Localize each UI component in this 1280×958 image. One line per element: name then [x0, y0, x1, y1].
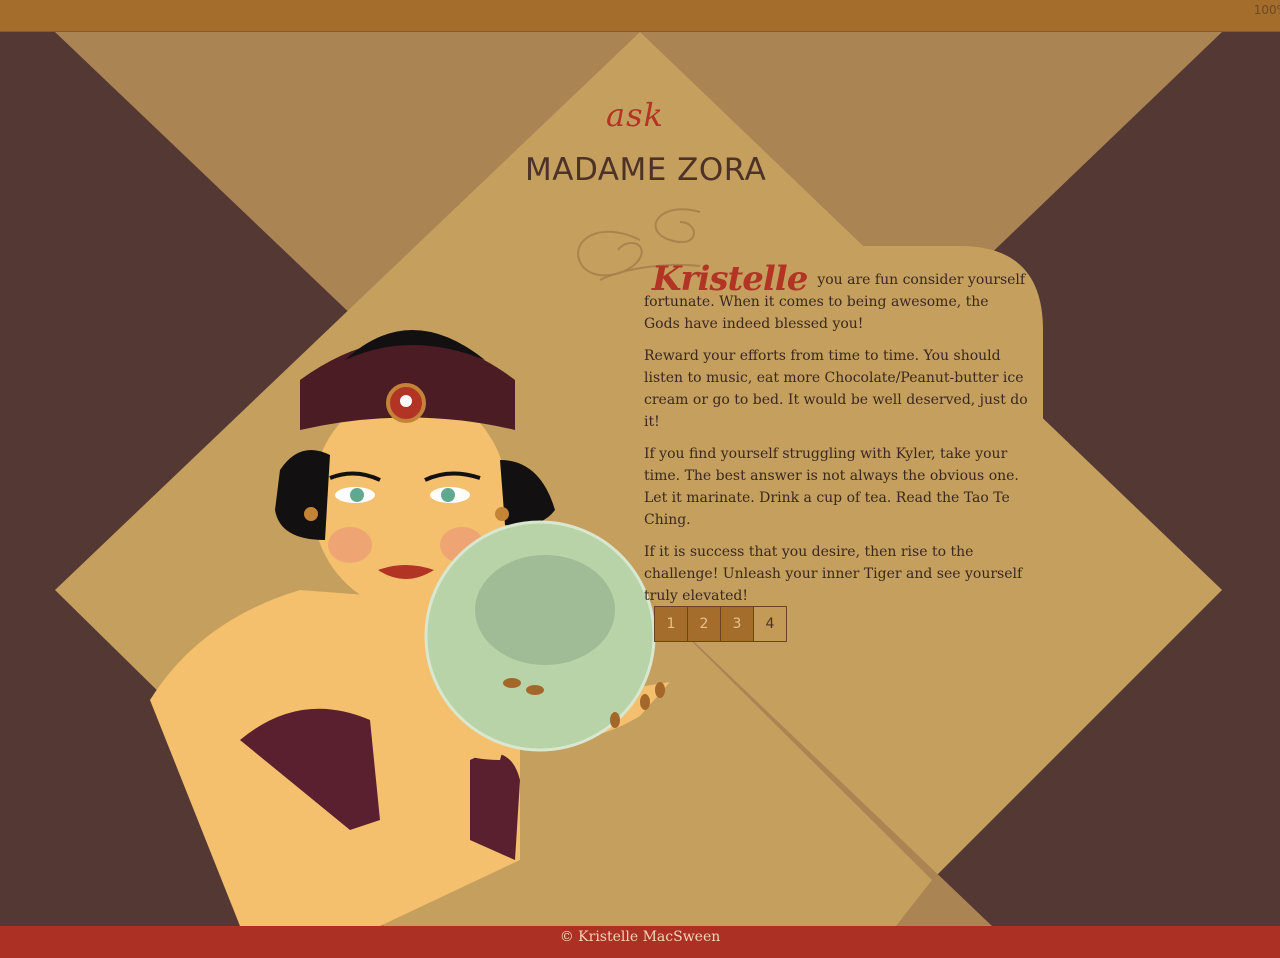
- ask-script: ask: [606, 96, 664, 134]
- page-button-3[interactable]: 3: [720, 606, 754, 642]
- reading-paragraph: Kristelle you are fun consider yourself f…: [644, 262, 1028, 335]
- reading-paragraph: If it is success that you desire, then r…: [644, 544, 1023, 604]
- footer: © Kristelle MacSween: [0, 926, 1280, 958]
- zoom-label: 100%: [1253, 3, 1280, 17]
- page-button-4[interactable]: 4: [753, 606, 787, 642]
- reading-paragraph: If you find yourself struggling with Kyl…: [644, 446, 1019, 528]
- top-bar: 100%: [0, 0, 1280, 32]
- recipient-name: Kristelle: [652, 259, 808, 299]
- page-title: MADAME ZORA: [525, 152, 767, 188]
- pagination: 1 2 3 4: [654, 606, 787, 642]
- page-button-1[interactable]: 1: [654, 606, 688, 642]
- reading-paragraph: Reward your efforts from time to time. Y…: [644, 348, 1028, 430]
- fortune-reading: Kristelle you are fun consider yourself f…: [644, 262, 1028, 617]
- stage: ask MADAME ZORA: [0, 32, 1280, 926]
- copyright-text: © Kristelle MacSween: [559, 929, 721, 945]
- page-button-2[interactable]: 2: [687, 606, 721, 642]
